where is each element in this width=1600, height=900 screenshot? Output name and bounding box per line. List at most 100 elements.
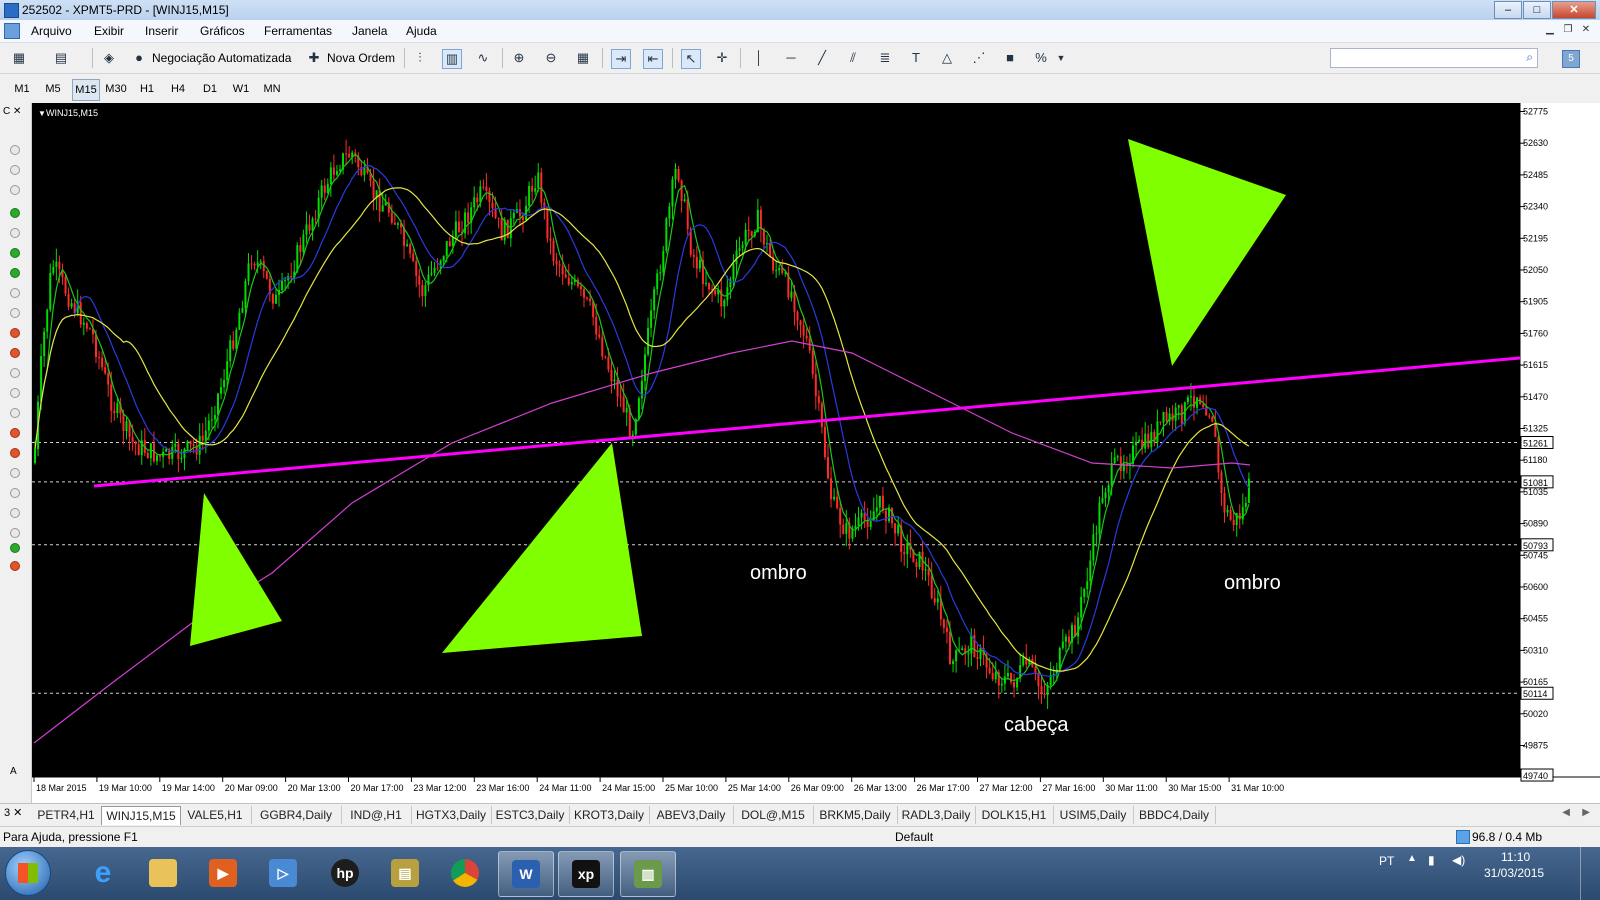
buy-arrow-icon[interactable]: [10, 268, 20, 278]
tabs-menu-icon[interactable]: 3 ✕: [4, 806, 22, 819]
clock-date[interactable]: 31/03/2015: [1484, 866, 1544, 880]
object-marker[interactable]: [10, 288, 20, 298]
search-input[interactable]: [1331, 49, 1519, 65]
chart-tab[interactable]: BRKM5,Daily: [813, 806, 898, 824]
new-order-button[interactable]: Nova Ordem: [327, 47, 395, 69]
timeframe-w1[interactable]: W1: [228, 79, 254, 99]
chart-shift-icon[interactable]: ⇤: [643, 49, 663, 69]
taskbar-remote-desktop[interactable]: ▷: [256, 851, 310, 895]
clock-time[interactable]: 11:10: [1501, 850, 1530, 864]
sell-arrow-icon[interactable]: [10, 428, 20, 438]
sell-arrow-icon[interactable]: [10, 348, 20, 358]
font-size-icon[interactable]: A: [10, 766, 17, 777]
menu-ferramentas[interactable]: Ferramentas: [264, 24, 332, 38]
timeframe-h1[interactable]: H1: [134, 79, 160, 99]
object-marker[interactable]: [10, 528, 20, 538]
tile-windows-icon[interactable]: ▦: [574, 49, 592, 67]
object-marker[interactable]: [10, 468, 20, 478]
show-hidden-icons-icon[interactable]: ▲: [1407, 853, 1417, 864]
chart-tab[interactable]: VALE5,H1: [179, 806, 252, 824]
zoom-out-icon[interactable]: ⊖: [542, 49, 560, 67]
chart-tab[interactable]: WINJ15,M15: [101, 806, 181, 825]
close-button[interactable]: ✕: [1552, 1, 1596, 19]
sell-arrow-icon[interactable]: [10, 448, 20, 458]
horizontal-line-icon[interactable]: ─: [782, 49, 800, 67]
zoom-in-icon[interactable]: ⊕: [510, 49, 528, 67]
rectangle-icon[interactable]: ■: [1001, 49, 1019, 67]
taskbar-word[interactable]: W: [498, 851, 554, 897]
buy-arrow-icon[interactable]: [10, 208, 20, 218]
profiles-icon[interactable]: ▤: [52, 49, 70, 67]
market-watch-icon[interactable]: ◈: [100, 49, 118, 67]
object-marker[interactable]: [10, 388, 20, 398]
chart-tab[interactable]: ESTC3,Daily: [491, 806, 570, 824]
shapes-icon[interactable]: %: [1032, 49, 1050, 67]
taskbar-internet-explorer[interactable]: e: [76, 851, 130, 895]
new-order-icon[interactable]: ✚: [305, 49, 323, 67]
new-chart-icon[interactable]: ▦: [10, 49, 28, 67]
search-field[interactable]: ⌕: [1330, 48, 1538, 68]
chart-tab[interactable]: ABEV3,Daily: [649, 806, 734, 824]
vertical-line-icon[interactable]: │: [750, 49, 768, 67]
timeframe-m5[interactable]: M5: [40, 79, 66, 99]
chart-tab[interactable]: USIM5,Daily: [1053, 806, 1134, 824]
sell-arrow-icon[interactable]: [10, 561, 20, 571]
chart-tab[interactable]: DOLK15,H1: [975, 806, 1054, 824]
menu-graficos[interactable]: Gráficos: [200, 24, 245, 38]
object-marker[interactable]: [10, 508, 20, 518]
trendline-icon[interactable]: ╱: [813, 49, 831, 67]
cursor-icon[interactable]: ↖: [681, 49, 701, 69]
triangle-icon[interactable]: △: [938, 49, 956, 67]
object-marker[interactable]: [10, 228, 20, 238]
chart-tab[interactable]: PETR4,H1: [31, 806, 102, 824]
timeframe-h4[interactable]: H4: [165, 79, 191, 99]
timeframe-m30[interactable]: M30: [103, 79, 129, 99]
chart-tab[interactable]: DOL@,M15: [733, 806, 814, 824]
collapse-icon[interactable]: ▼: [38, 109, 46, 118]
bar-chart-icon[interactable]: ⫶: [411, 49, 429, 67]
object-marker[interactable]: [10, 368, 20, 378]
auto-trading-button[interactable]: Negociação Automatizada: [152, 47, 291, 69]
tab-scroll-right-icon[interactable]: ▶: [1582, 807, 1590, 818]
menu-janela[interactable]: Janela: [352, 24, 387, 38]
language-indicator[interactable]: PT: [1379, 854, 1394, 868]
chart-tab[interactable]: KROT3,Daily: [569, 806, 650, 824]
buy-arrow-icon[interactable]: [10, 248, 20, 258]
fibonacci-icon[interactable]: ≣: [876, 49, 894, 67]
connection-icon[interactable]: [1456, 830, 1470, 844]
chart-tab[interactable]: HGTX3,Daily: [411, 806, 492, 824]
taskbar-xp[interactable]: xp: [558, 851, 614, 897]
object-marker[interactable]: [10, 145, 20, 155]
community-icon[interactable]: 5: [1562, 50, 1580, 68]
mdi-restore-button[interactable]: ❐: [1560, 23, 1576, 37]
auto-scroll-icon[interactable]: ⇥: [611, 49, 631, 69]
auto-trading-icon[interactable]: ●: [130, 49, 148, 67]
chevron-down-icon[interactable]: ▼: [1052, 49, 1070, 67]
maximize-button[interactable]: □: [1523, 1, 1551, 19]
minimize-button[interactable]: –: [1494, 1, 1522, 19]
taskbar-metatrader[interactable]: ▥: [620, 851, 676, 897]
timeframe-m15[interactable]: M15: [72, 79, 100, 101]
taskbar-file-explorer[interactable]: [136, 851, 190, 895]
menu-ajuda[interactable]: Ajuda: [406, 24, 437, 38]
channel-icon[interactable]: ⫽: [844, 49, 862, 67]
show-desktop-button[interactable]: [1580, 847, 1600, 900]
volume-icon[interactable]: ◀): [1452, 853, 1465, 867]
search-icon[interactable]: ⌕: [1526, 50, 1533, 65]
start-button[interactable]: [5, 850, 51, 896]
buy-arrow-icon[interactable]: [10, 543, 20, 553]
chart-tab[interactable]: IND@,H1: [341, 806, 412, 824]
chart-tab[interactable]: BBDC4,Daily: [1133, 806, 1216, 824]
taskbar-archive[interactable]: ▤: [378, 851, 432, 895]
chart-tab[interactable]: GGBR4,Daily: [251, 806, 342, 824]
chart-canvas[interactable]: WINJ15,M15 ▼ ombro ombro cabeça 52775 526…: [32, 103, 1600, 803]
object-marker[interactable]: [10, 185, 20, 195]
timeframe-m1[interactable]: M1: [9, 79, 35, 99]
price-chart[interactable]: WINJ15,M15 ▼ ombro ombro cabeça 52775 526…: [32, 103, 1600, 803]
timeframe-d1[interactable]: D1: [197, 79, 223, 99]
object-marker[interactable]: [10, 408, 20, 418]
tab-scroll-left-icon[interactable]: ◀: [1562, 807, 1570, 818]
text-icon[interactable]: T: [907, 49, 925, 67]
timeframe-mn[interactable]: MN: [259, 79, 285, 99]
line-chart-icon[interactable]: ∿: [474, 49, 492, 67]
